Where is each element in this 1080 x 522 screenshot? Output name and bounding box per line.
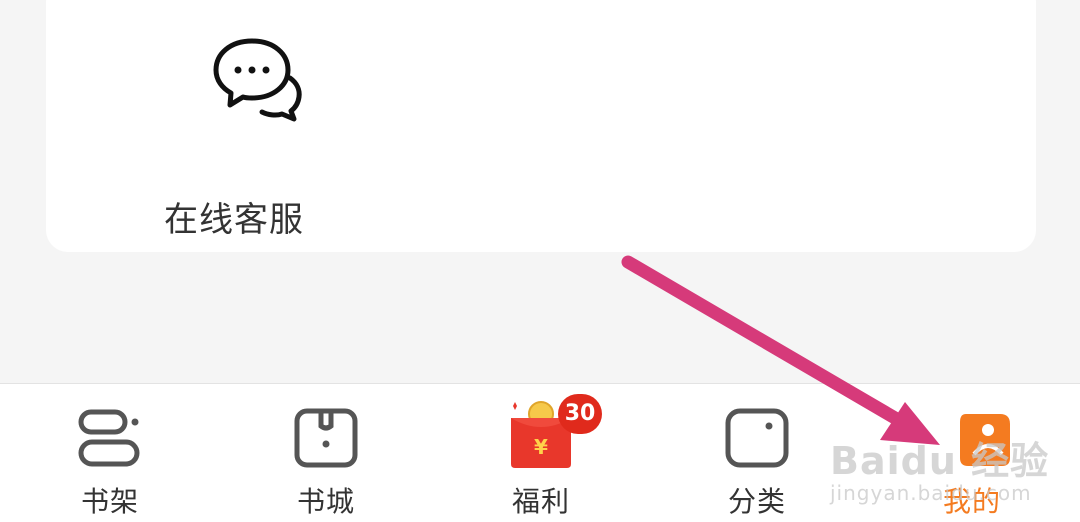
tab-bookshelf[interactable]: 书架: [20, 384, 200, 522]
tab-bookstore[interactable]: 书城: [236, 384, 416, 522]
service-card: 在线客服: [46, 0, 1036, 252]
bottom-tab-bar: 书架 书城 ¥ 30 福利 分类 我的: [0, 383, 1080, 522]
tab-mine-label: 我的: [942, 485, 1001, 518]
svg-text:¥: ¥: [534, 435, 548, 459]
profile-icon: [960, 414, 1011, 466]
tab-bookstore-label: 书城: [296, 485, 355, 518]
tab-category[interactable]: 分类: [667, 384, 847, 522]
welfare-badge: 30: [558, 394, 602, 434]
bookshelf-icon: [78, 409, 140, 467]
chat-bubbles-icon: [213, 38, 302, 122]
tab-category-label: 分类: [727, 485, 786, 518]
tab-bookshelf-label: 书架: [80, 485, 139, 518]
category-icon: [725, 408, 789, 468]
online-service-entry[interactable]: 在线客服: [164, 30, 364, 240]
online-service-label: 在线客服: [164, 200, 304, 240]
app-screen: 在线客服 书架 书城 ¥ 30 福利 分类 我的 Baidu 经验 jingya…: [0, 0, 1080, 522]
tab-welfare[interactable]: ¥ 30 福利: [451, 384, 631, 522]
tab-welfare-label: 福利: [511, 485, 570, 518]
bookstore-icon: [294, 408, 358, 468]
tab-mine[interactable]: 我的: [882, 384, 1062, 522]
